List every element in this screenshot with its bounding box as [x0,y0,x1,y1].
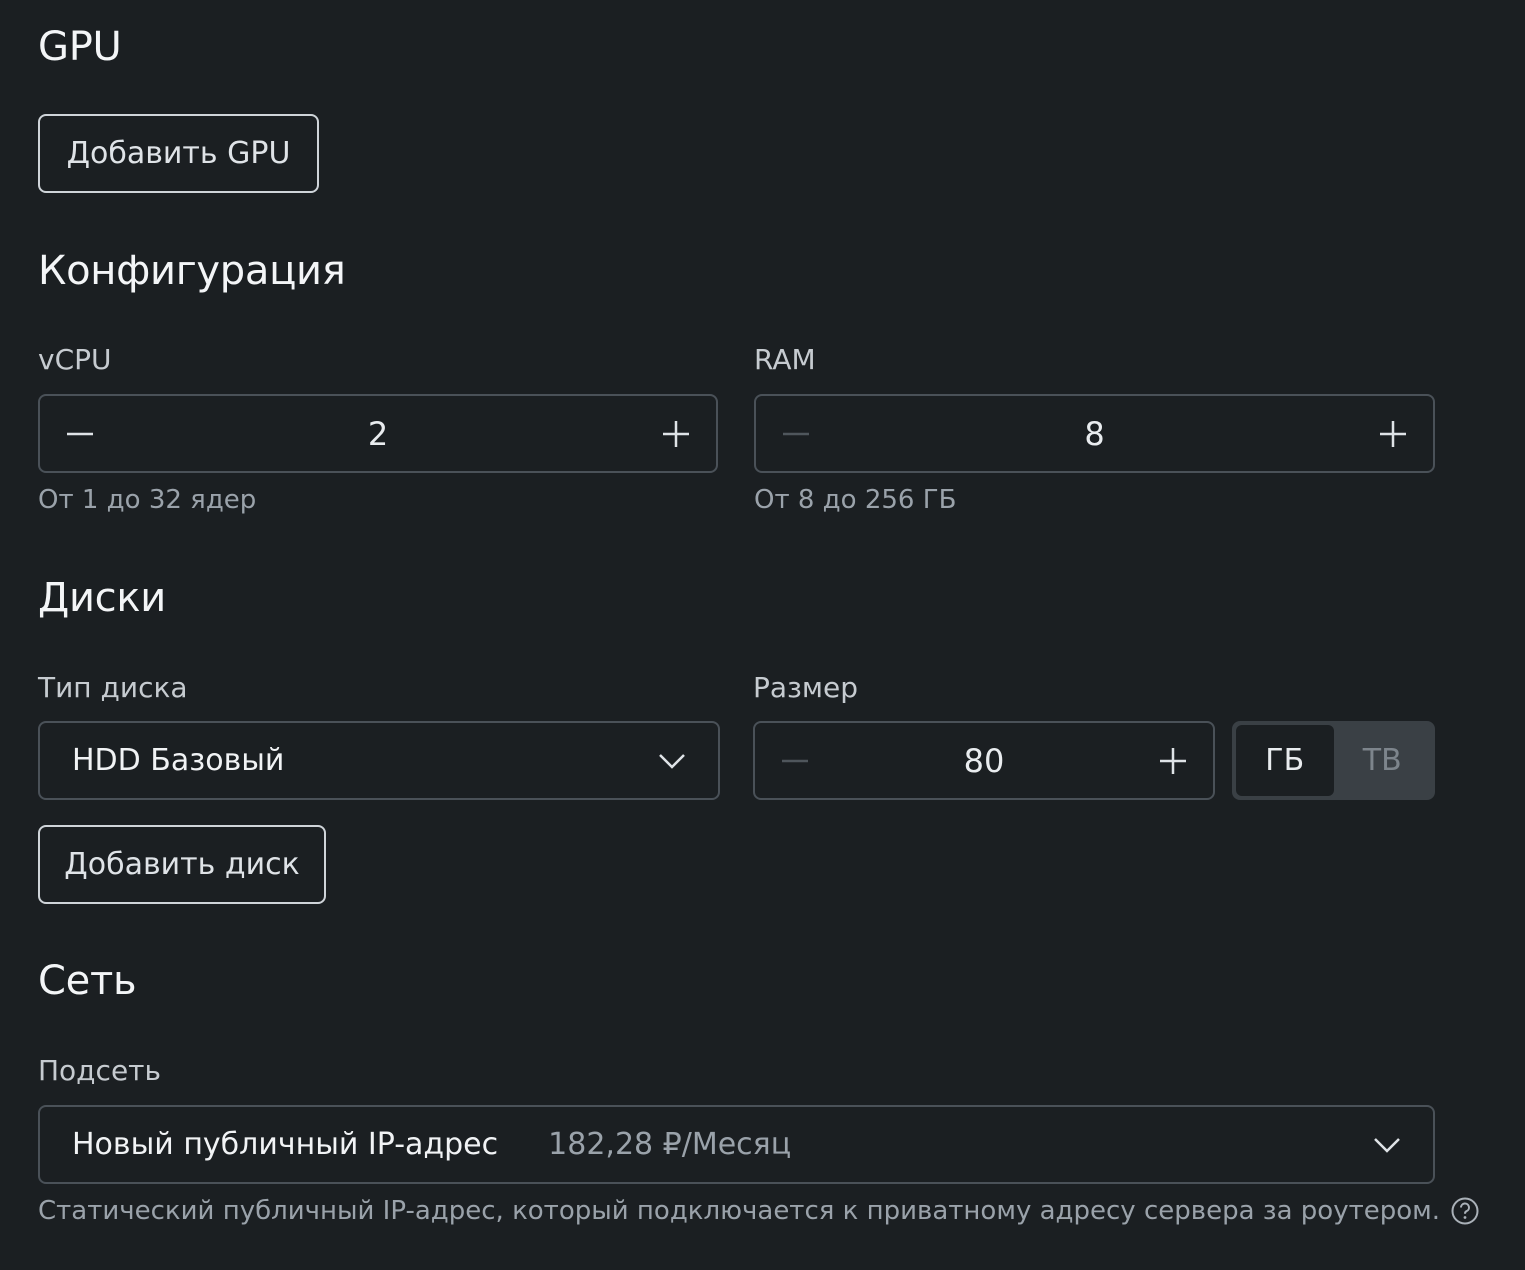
ram-increment-button[interactable] [1353,396,1433,471]
plus-icon [663,420,689,447]
subnet-value: Новый публичный IP-адрес [72,1127,499,1162]
vcpu-label: vCPU [38,343,112,376]
minus-icon [783,432,809,435]
vcpu-stepper: 2 [38,394,718,473]
subnet-label: Подсеть [38,1054,161,1087]
disk-type-label: Тип диска [38,671,188,704]
disk-size-label: Размер [753,671,859,704]
minus-icon [782,759,808,762]
disk-type-value: HDD Базовый [72,743,285,778]
unit-tb-option[interactable]: ТВ [1334,725,1432,796]
question-circle-icon[interactable] [1450,1196,1480,1226]
ram-decrement-button[interactable] [756,396,836,471]
chevron-down-icon [658,752,686,770]
subnet-hint: Статический публичный IP-адрес, который … [38,1196,1441,1226]
plus-icon [1380,420,1406,447]
ram-stepper: 8 [754,394,1435,473]
subnet-select[interactable]: Новый публичный IP-адрес 182,28 ₽/Месяц [38,1105,1435,1184]
vcpu-decrement-button[interactable] [40,396,120,471]
ram-value[interactable]: 8 [836,415,1353,453]
subnet-price: 182,28 ₽/Месяц [548,1127,792,1162]
config-page: GPU Добавить GPU Конфигурация vCPU 2 От … [0,0,1525,1270]
disk-size-stepper: 80 [753,721,1215,800]
vcpu-hint: От 1 до 32 ядер [38,485,257,515]
subnet-hint-row: Статический публичный IP-адрес, который … [38,1196,1480,1226]
minus-icon [67,432,93,435]
unit-gb-option[interactable]: ГБ [1236,725,1334,796]
disk-unit-toggle: ГБ ТВ [1232,721,1435,800]
gpu-section-title: GPU [38,24,122,70]
plus-icon [1160,747,1186,774]
disk-type-select[interactable]: HDD Базовый [38,721,720,800]
disks-section-title: Диски [38,575,166,621]
add-gpu-button[interactable]: Добавить GPU [38,114,319,193]
add-disk-button[interactable]: Добавить диск [38,825,326,904]
disk-size-increment-button[interactable] [1133,723,1213,798]
chevron-down-icon [1373,1136,1401,1154]
disk-size-decrement-button[interactable] [755,723,835,798]
vcpu-increment-button[interactable] [636,396,716,471]
vcpu-value[interactable]: 2 [120,415,636,453]
ram-label: RAM [754,343,816,376]
ram-hint: От 8 до 256 ГБ [754,485,957,515]
network-section-title: Сеть [38,958,137,1004]
config-section-title: Конфигурация [38,248,346,294]
disk-size-value[interactable]: 80 [835,742,1133,780]
